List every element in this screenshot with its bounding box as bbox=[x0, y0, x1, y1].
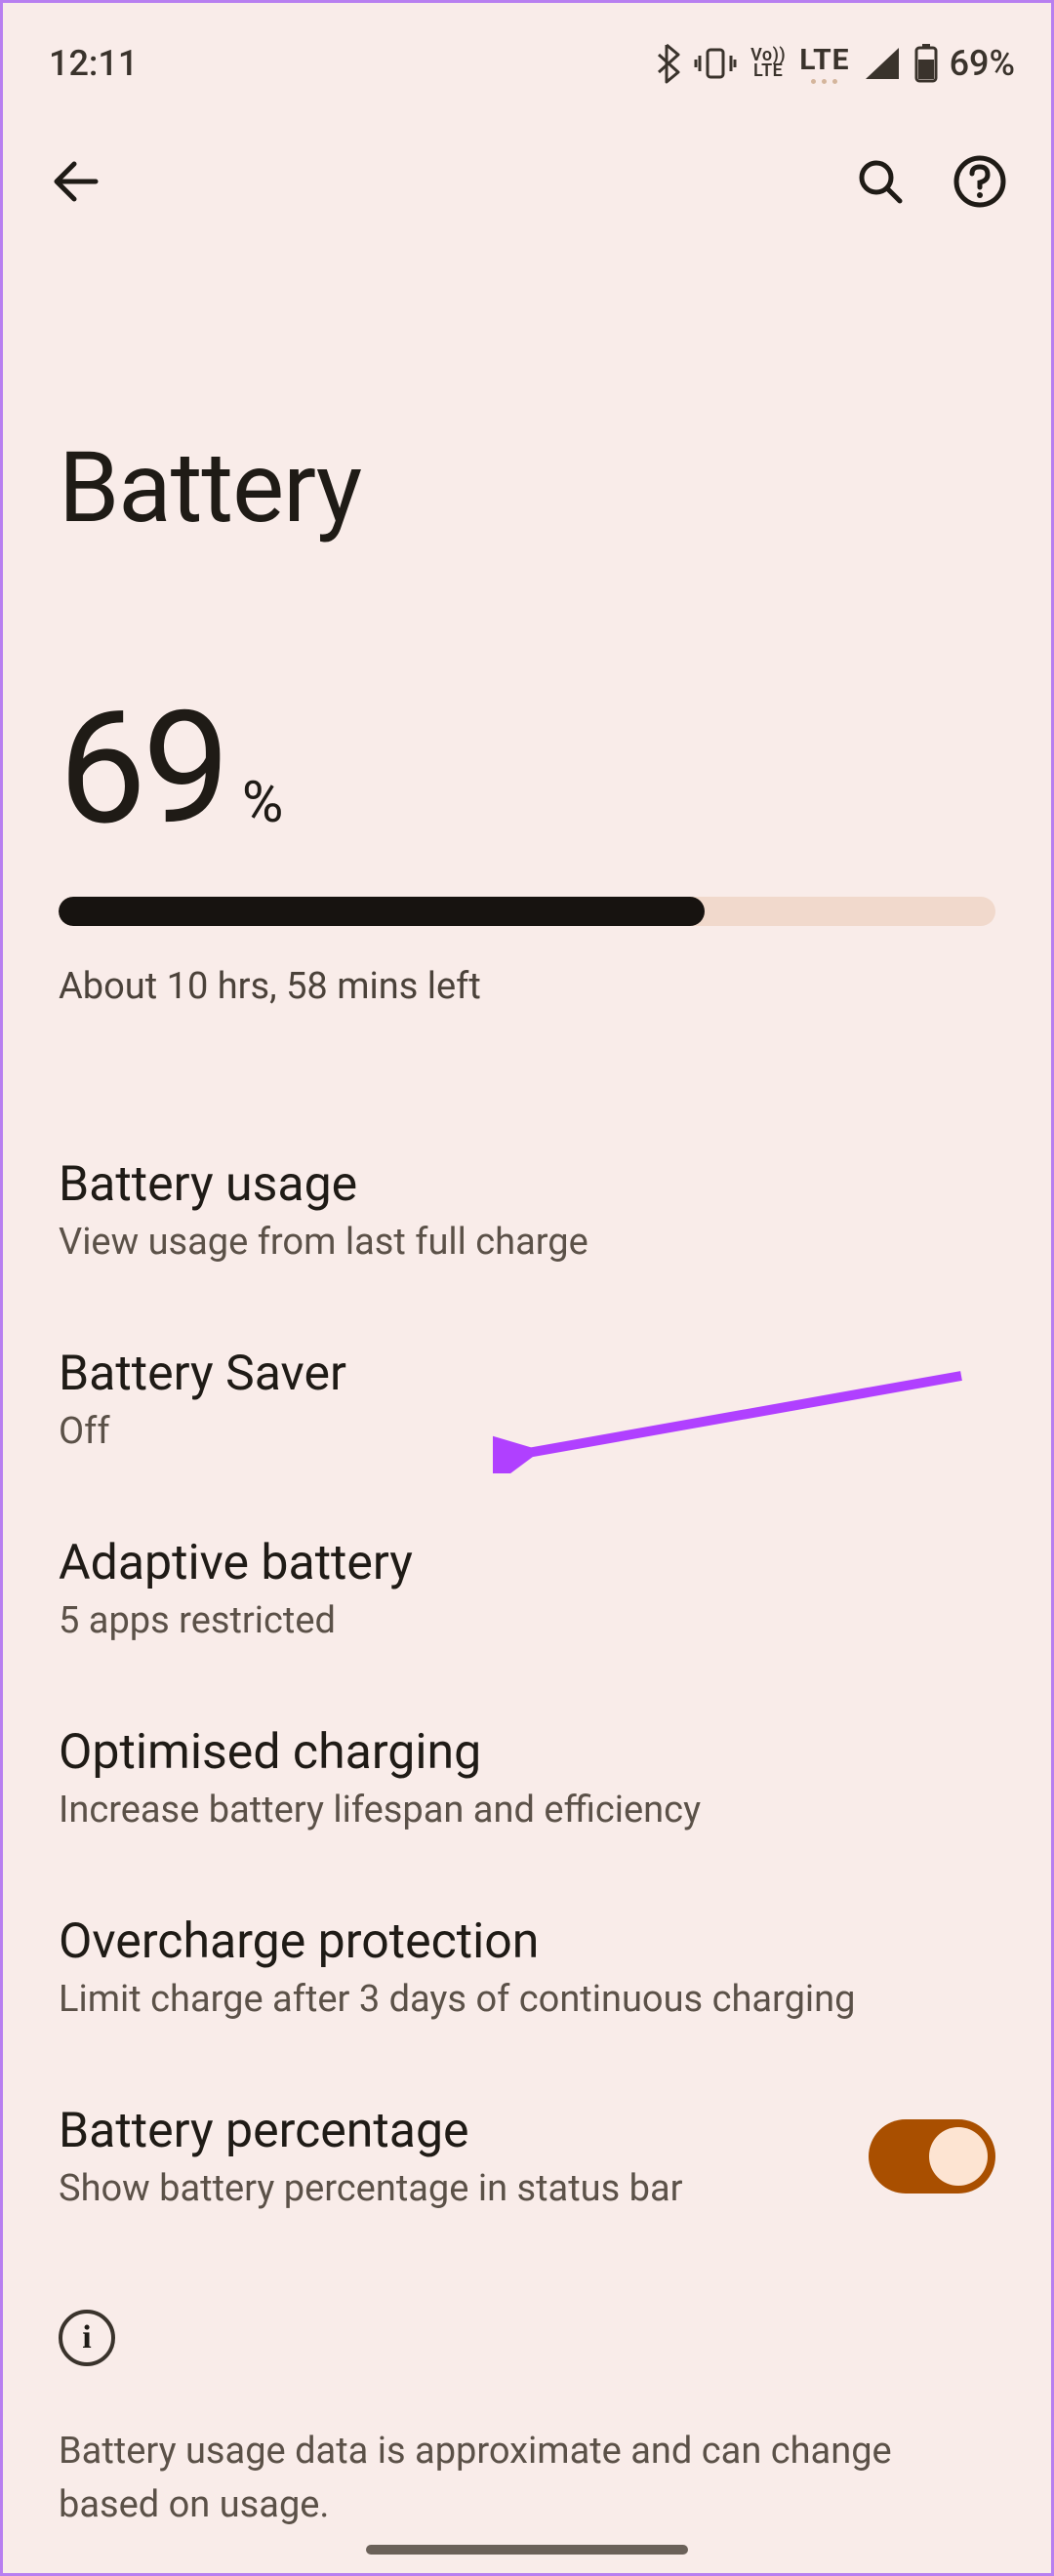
vibrate-icon bbox=[694, 46, 737, 81]
info-icon: i bbox=[59, 2310, 115, 2366]
search-icon bbox=[855, 156, 906, 207]
info-section: i Battery usage data is approximate and … bbox=[0, 2251, 1054, 2532]
item-title: Overcharge protection bbox=[59, 1913, 995, 1970]
back-button[interactable] bbox=[39, 146, 109, 217]
status-time: 12:11 bbox=[49, 43, 138, 84]
lte-icon: LTE bbox=[799, 43, 849, 84]
signal-icon bbox=[864, 46, 901, 81]
battery-usage-item[interactable]: Battery usage View usage from last full … bbox=[0, 1115, 1054, 1305]
bluetooth-icon bbox=[655, 43, 680, 84]
item-subtitle: Off bbox=[59, 1410, 995, 1453]
toolbar bbox=[0, 107, 1054, 217]
battery-value: 69 bbox=[59, 692, 226, 848]
battery-progress-track bbox=[59, 897, 995, 926]
status-battery-percentage: 69% bbox=[950, 43, 1015, 84]
overcharge-protection-item[interactable]: Overcharge protection Limit charge after… bbox=[0, 1872, 1054, 2062]
battery-saver-item[interactable]: Battery Saver Off bbox=[0, 1305, 1054, 1494]
battery-percentage-item[interactable]: Battery percentage Show battery percenta… bbox=[0, 2062, 1054, 2251]
item-subtitle: 5 apps restricted bbox=[59, 1599, 995, 1642]
help-button[interactable] bbox=[945, 146, 1015, 217]
item-title: Battery usage bbox=[59, 1156, 995, 1213]
status-bar: 12:11 Vo)) LTE LTE 69% bbox=[0, 0, 1054, 107]
battery-summary: 69 % About 10 hrs, 58 mins left bbox=[0, 545, 1054, 1008]
status-indicators: Vo)) LTE LTE 69% bbox=[655, 43, 1015, 84]
item-title: Battery Saver bbox=[59, 1346, 995, 1402]
battery-progress-fill bbox=[59, 897, 705, 926]
battery-percentage-toggle[interactable] bbox=[869, 2119, 995, 2194]
page-title: Battery bbox=[0, 217, 1054, 545]
search-button[interactable] bbox=[845, 146, 915, 217]
volte-icon: Vo)) LTE bbox=[750, 48, 786, 79]
battery-icon bbox=[914, 44, 938, 83]
adaptive-battery-item[interactable]: Adaptive battery 5 apps restricted bbox=[0, 1494, 1054, 1683]
settings-list: Battery usage View usage from last full … bbox=[0, 1008, 1054, 2251]
item-title: Optimised charging bbox=[59, 1724, 995, 1781]
optimised-charging-item[interactable]: Optimised charging Increase battery life… bbox=[0, 1683, 1054, 1872]
battery-estimate: About 10 hrs, 58 mins left bbox=[59, 965, 995, 1008]
item-title: Adaptive battery bbox=[59, 1535, 995, 1591]
item-subtitle: Increase battery lifespan and efficiency bbox=[59, 1789, 995, 1831]
battery-pct-symbol: % bbox=[242, 770, 283, 836]
info-text: Battery usage data is approximate and ca… bbox=[59, 2425, 995, 2532]
navigation-handle[interactable] bbox=[366, 2545, 688, 2555]
item-subtitle: Show battery percentage in status bar bbox=[59, 2167, 869, 2210]
item-subtitle: View usage from last full charge bbox=[59, 1221, 995, 1264]
item-title: Battery percentage bbox=[59, 2103, 869, 2159]
arrow-back-icon bbox=[49, 156, 100, 207]
help-icon bbox=[953, 154, 1007, 209]
item-subtitle: Limit charge after 3 days of continuous … bbox=[59, 1978, 995, 2021]
